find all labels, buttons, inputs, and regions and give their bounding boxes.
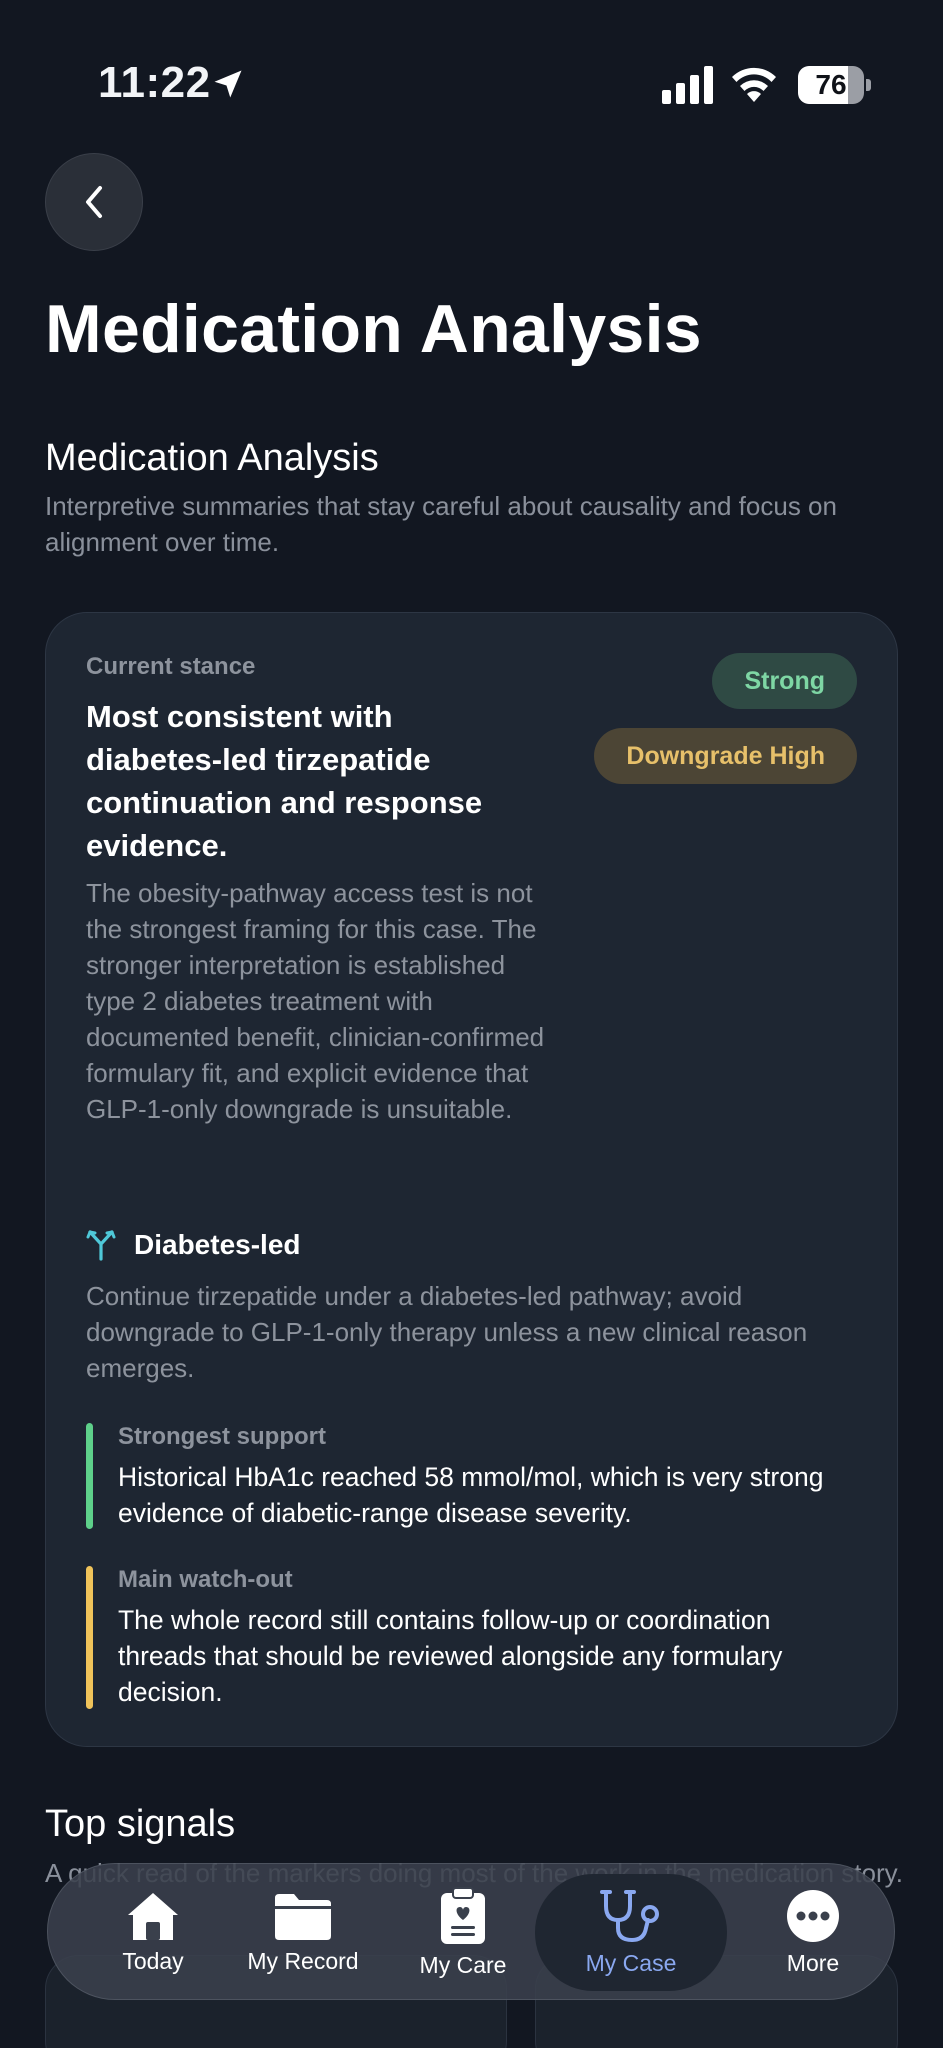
watch-out-accent-bar xyxy=(86,1566,93,1709)
branch-merge-icon xyxy=(86,1230,116,1261)
status-bar: 11:22 76 xyxy=(0,0,943,150)
tab-my-record[interactable]: My Record xyxy=(213,1864,393,2001)
folder-icon xyxy=(275,1894,331,1940)
clipboard-heart-icon xyxy=(441,1887,485,1944)
strength-badge: Strong xyxy=(712,653,857,709)
stance-card: Current stance Most consistent with diab… xyxy=(45,612,898,1747)
section-subtitle: Interpretive summaries that stay careful… xyxy=(45,491,837,557)
location-arrow-icon xyxy=(214,70,242,98)
tab-more[interactable]: More xyxy=(738,1864,888,2001)
stance-label: Current stance xyxy=(86,653,256,680)
downgrade-risk-badge: Downgrade High xyxy=(594,728,857,784)
back-button[interactable] xyxy=(45,153,143,251)
battery-indicator: 76 xyxy=(798,66,872,104)
evidence-label: Strongest support xyxy=(118,1423,326,1450)
signals-title: Top signals xyxy=(45,1803,236,1845)
more-icon xyxy=(787,1890,839,1942)
section-title: Medication Analysis xyxy=(45,437,379,479)
stance-body: The obesity-pathway access test is not t… xyxy=(86,878,545,1124)
support-accent-bar xyxy=(86,1423,93,1529)
battery-level: 76 xyxy=(815,69,847,100)
tab-label: More xyxy=(786,1950,840,1976)
strongest-support: Strongest support Historical HbA1c reach… xyxy=(86,1423,866,1531)
pathway-description: Continue tirzepatide under a diabetes-le… xyxy=(86,1281,808,1383)
chevron-left-icon xyxy=(86,186,102,218)
status-time: 11:22 xyxy=(98,58,211,107)
home-icon xyxy=(128,1893,178,1940)
evidence-text: Historical HbA1c reached 58 mmol/mol, wh… xyxy=(118,1462,824,1528)
tab-my-case[interactable]: My Case xyxy=(535,1864,727,2001)
main-watch-out: Main watch-out The whole record still co… xyxy=(86,1566,866,1710)
tab-label: My Record xyxy=(247,1948,359,1974)
pathway-header: Diabetes-led xyxy=(86,1223,301,1267)
evidence-label: Main watch-out xyxy=(118,1566,293,1593)
page-title: Medication Analysis xyxy=(45,291,702,367)
evidence-text: The whole record still contains follow-u… xyxy=(118,1605,783,1707)
stethoscope-icon xyxy=(600,1890,659,1943)
stance-headline: Most consistent with diabetes-led tirzep… xyxy=(86,699,483,863)
wifi-icon xyxy=(732,67,776,102)
cellular-signal-icon xyxy=(662,66,713,104)
pathway-label: Diabetes-led xyxy=(134,1229,301,1260)
tab-label: Today xyxy=(122,1948,184,1974)
tab-label: My Case xyxy=(585,1950,677,1976)
tab-my-care[interactable]: My Care xyxy=(383,1864,543,2001)
tab-label: My Care xyxy=(419,1952,507,1978)
tab-bar: Today My Record My Care My Case More xyxy=(47,1863,895,2000)
